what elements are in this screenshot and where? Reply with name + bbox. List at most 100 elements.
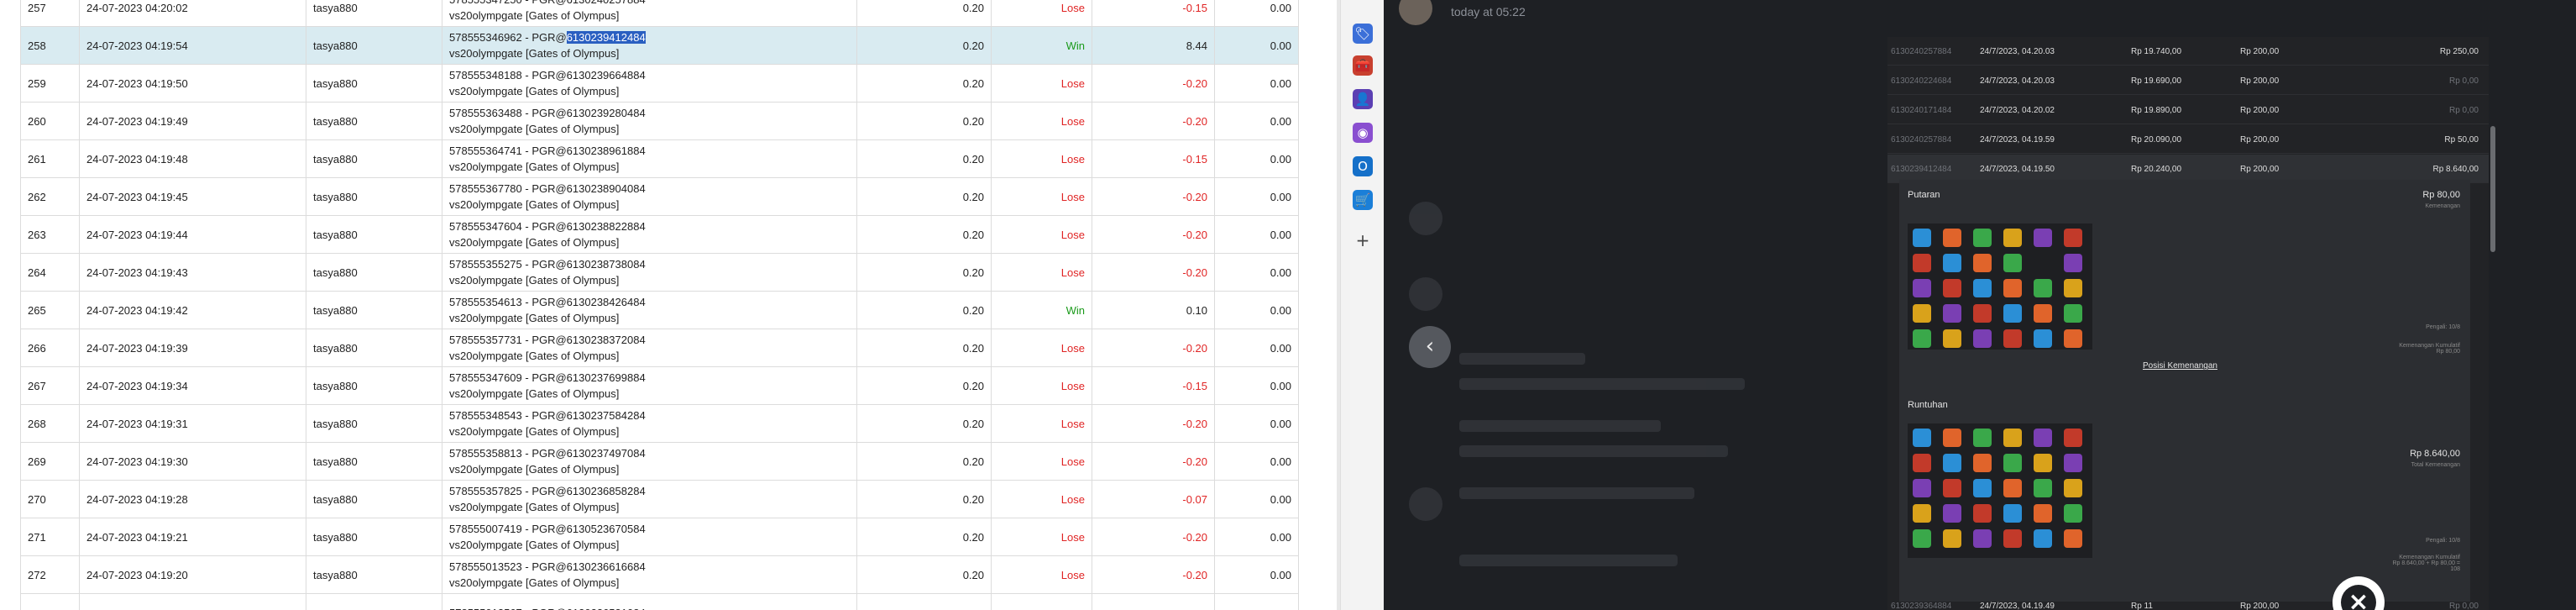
row-username: tasya880 [306,291,442,329]
row-win: Rp 0,00 [2448,106,2479,115]
row-username: tasya880 [306,329,442,367]
row-id: 6130240257884 [1891,47,1952,56]
gem-symbol [2034,429,2052,447]
row-winloss: -0.20 [1092,253,1215,292]
table-row[interactable]: 263 24-07-2023 04:19:44 tasya880 5785553476… [20,215,1299,254]
gem-symbol [1943,529,1961,548]
viewer-scrollbar[interactable] [2490,126,2495,252]
gem-symbol [2003,529,2022,548]
gem-symbol [1943,429,1961,447]
row-winloss: -0.20 [1092,215,1215,254]
row-result: Lose [991,64,1092,103]
row-result: Lose [991,139,1092,178]
tag-icon[interactable]: 🏷 [1353,24,1373,44]
table-row[interactable]: 25724-07-2023 04:20:02tasya8805785553472… [20,0,1299,27]
bet-history-table: 25724-07-2023 04:20:02tasya8805785553472… [20,0,1299,610]
tumble-panel: Runtuhan Rp 8.640,00 Total Kemenangan Pe… [1899,390,2470,602]
row-amount: 0.20 [856,102,992,140]
transaction-id: 578555347250 - PGR@6130240257884 [449,0,850,8]
table-row[interactable]: 264 24-07-2023 04:19:43 tasya880 5785553552… [20,253,1299,292]
row-description: 578555347609 - PGR@6130237699884 vs20olym… [442,366,857,405]
people-icon[interactable]: 👤 [1353,89,1373,109]
row-amount: 0.20 [856,518,992,556]
panel-amount-caption: Kemenangan [2425,203,2460,209]
image-viewer-overlay: today at 05:22 ‹ 6130240257884 24/7/2023,… [1384,0,2576,610]
transaction-id: 578555347604 - PGR@6130238822884 [449,220,646,233]
shopping-icon[interactable]: 🛒 [1353,190,1373,210]
table-row[interactable]: 267 24-07-2023 04:19:34 tasya880 5785553476… [20,366,1299,405]
row-amount: 0.20 [856,555,992,594]
row-date: 24-07-2023 04:19:30 [79,442,306,481]
row-winloss: -0.07 [1092,480,1215,518]
table-row[interactable]: 268 24-07-2023 04:19:31 tasya880 5785553485… [20,404,1299,443]
gem-symbol [2003,429,2022,447]
previous-image-button[interactable]: ‹ [1409,326,1451,368]
table-row[interactable]: 261 24-07-2023 04:19:48 tasya880 5785553647… [20,139,1299,178]
table-row[interactable]: 578555013567 - PGR@6130236531084 [20,593,1299,610]
avatar[interactable] [1399,0,1432,25]
row-description: 578555348188 - PGR@6130239664884 vs20olym… [442,64,857,103]
row-balance: Rp 19.690,00 [2131,76,2182,86]
table-row[interactable]: 272 24-07-2023 04:19:20 tasya880 5785550135… [20,555,1299,594]
gem-symbol [1943,229,1961,247]
copilot-icon[interactable]: ◉ [1353,123,1373,143]
row-username: tasya880 [306,177,442,216]
gem-symbol [1913,304,1931,323]
row-date: 24-07-2023 04:19:45 [79,177,306,216]
win-position-link[interactable]: Posisi Kemenangan [2143,361,2217,371]
browser-sidebar: 🏷 🧰 👤 ◉ O 🛒 + [1340,0,1384,610]
row-balance: 0.00 [1214,215,1299,254]
row-description: 578555357731 - PGR@6130238372084 vs20olym… [442,329,857,367]
game-name: vs20olympgate [Gates of Olympus] [449,198,620,211]
row-balance: 0.00 [1214,555,1299,594]
add-icon[interactable]: + [1353,230,1373,250]
gem-symbol [1913,504,1931,523]
gem-symbol [1913,454,1931,472]
transaction-id: 578555354613 - PGR@6130238426484 [449,296,646,308]
transaction-id: 578555364741 - PGR@6130238961884 [449,145,646,157]
row-winloss: -0.20 [1092,404,1215,443]
row-username: tasya880 [306,253,442,292]
row-result: Lose [991,102,1092,140]
table-row[interactable]: 265 24-07-2023 04:19:42 tasya880 5785553546… [20,291,1299,329]
table-row[interactable]: 259 24-07-2023 04:19:50 tasya880 5785553481… [20,64,1299,103]
table-row[interactable]: 271 24-07-2023 04:19:21 tasya880 5785550074… [20,518,1299,556]
table-row[interactable]: 266 24-07-2023 04:19:39 tasya880 5785553577… [20,329,1299,367]
game-name: vs20olympgate [Gates of Olympus] [449,312,620,324]
row-number: 267 [20,366,80,405]
outlook-icon[interactable]: O [1353,156,1373,176]
row-balance: 0.00 [1214,253,1299,292]
gem-symbol [2064,504,2082,523]
viewed-screenshot: 6130240257884 24/7/2023, 04.20.03 Rp 19.74… [1887,37,2489,610]
row-date: 24-07-2023 04:19:54 [79,26,306,65]
row-bet: Rp 200,00 [2240,165,2280,174]
row-description: 578555358813 - PGR@6130237497084 vs20olym… [442,442,857,481]
row-date: 24-07-2023 04:19:39 [79,329,306,367]
row-username: tasya880 [306,139,442,178]
table-row[interactable]: 269 24-07-2023 04:19:30 tasya880 5785553588… [20,442,1299,481]
gem-symbol [1913,429,1931,447]
table-row[interactable]: 262 24-07-2023 04:19:45 tasya880 5785553677… [20,177,1299,216]
gem-symbol [2003,229,2022,247]
panel-title: Runtuhan [1908,400,1948,410]
row-date: 24-07-2023 04:19:21 [79,518,306,556]
row-balance: 0.00 [1214,366,1299,405]
close-icon: × [2341,585,2376,610]
panel-amount-caption: Total Kemenangan [2411,462,2460,468]
message-header: today at 05:22 [1384,0,2576,37]
table-row[interactable]: 258 24-07-2023 04:19:54 tasya880 5785553469… [20,26,1299,65]
multiplier-note: Pengali: 10/8 [2426,538,2460,544]
row-win: Rp 250,00 [2439,47,2479,56]
selected-text[interactable]: 6130239412484 [566,31,646,44]
gem-symbol [1973,304,1992,323]
row-description: 578555346962 - PGR@6130239412484 vs20olym… [442,26,857,65]
transaction-id: 578555357731 - PGR@6130238372084 [449,334,646,346]
row-win: Rp 0,00 [2448,602,2479,610]
table-row[interactable]: 270 24-07-2023 04:19:28 tasya880 5785553578… [20,480,1299,518]
toolbox-icon[interactable]: 🧰 [1353,55,1373,76]
row-number: 269 [20,442,80,481]
row-result: Lose [991,480,1092,518]
row-id: 6130240224684 [1891,76,1952,86]
table-row[interactable]: 260 24-07-2023 04:19:49 tasya880 5785553634… [20,102,1299,140]
gem-symbol [2064,454,2082,472]
